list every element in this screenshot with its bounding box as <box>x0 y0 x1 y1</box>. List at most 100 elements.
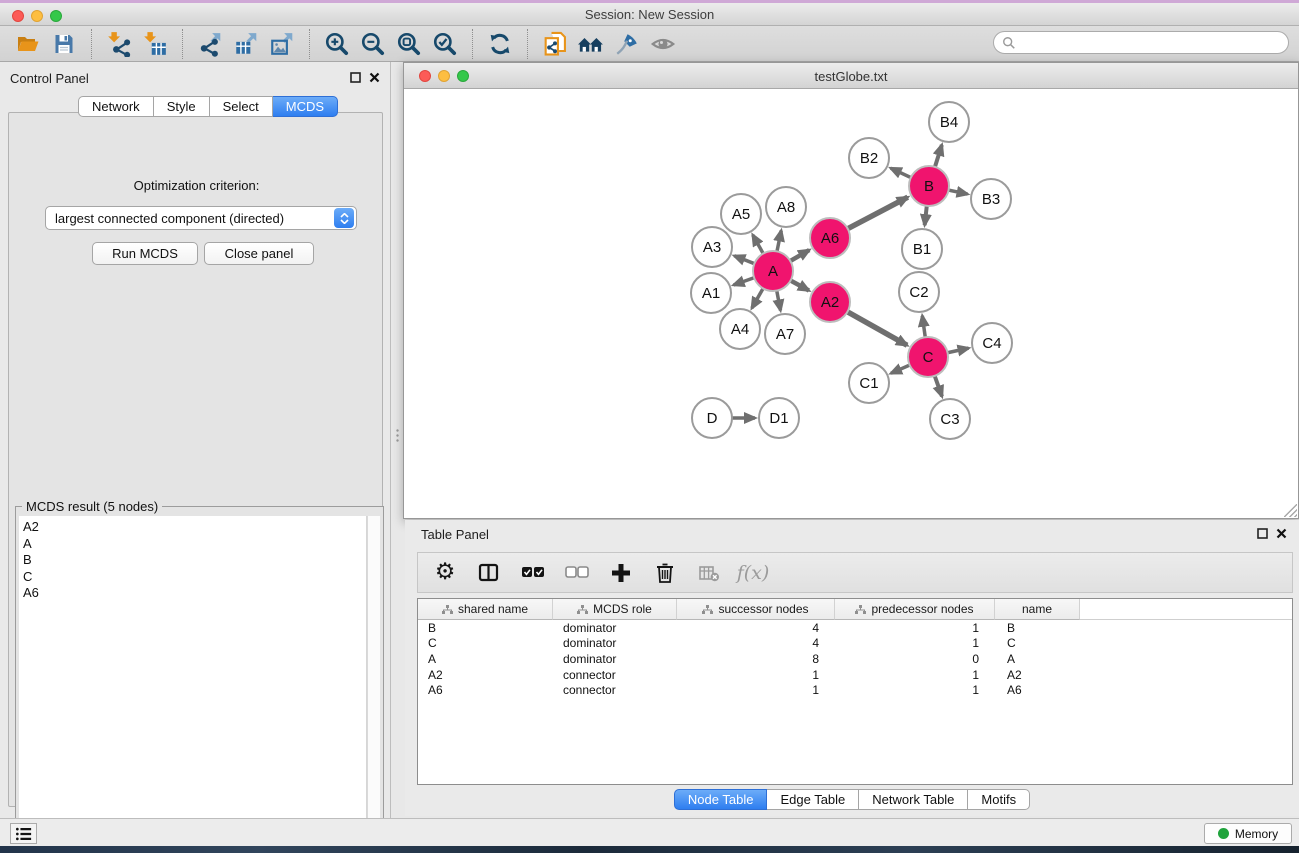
node-D[interactable]: D <box>692 398 732 438</box>
import-table-button[interactable] <box>137 28 173 60</box>
table-cell[interactable]: 1 <box>835 667 995 683</box>
show-hide-button[interactable] <box>645 28 681 60</box>
node-A2[interactable]: A2 <box>810 282 850 322</box>
table-cell[interactable]: 1 <box>835 682 995 698</box>
home-layout-button[interactable] <box>573 28 609 60</box>
vertical-split-handle[interactable] <box>394 428 401 443</box>
zoom-fit-button[interactable] <box>391 28 427 60</box>
tab-style[interactable]: Style <box>154 96 210 117</box>
table-row[interactable]: Cdominator41C <box>418 636 1292 652</box>
tab-mcds[interactable]: MCDS <box>273 96 338 117</box>
table-row[interactable]: A2connector11A2 <box>418 667 1292 683</box>
table-cell[interactable]: B <box>418 620 553 636</box>
float-table-panel-icon[interactable] <box>1256 527 1269 540</box>
network-canvas[interactable]: AA1A2A3A4A5A6A7A8BB1B2B3B4CC1C2C3C4DD1 <box>404 90 1298 518</box>
save-session-button[interactable] <box>46 28 82 60</box>
table-cell[interactable]: 1 <box>677 682 835 698</box>
refresh-view-button[interactable] <box>482 28 518 60</box>
node-C1[interactable]: C1 <box>849 363 889 403</box>
export-image-button[interactable] <box>264 28 300 60</box>
mcds-result-item[interactable]: C <box>23 569 366 586</box>
node-B4[interactable]: B4 <box>929 102 969 142</box>
node-C3[interactable]: C3 <box>930 399 970 439</box>
column-header-MCDS-role[interactable]: MCDS role <box>553 599 677 620</box>
mcds-result-item[interactable]: A2 <box>23 519 366 536</box>
table-cell[interactable]: dominator <box>553 651 677 667</box>
task-history-button[interactable] <box>10 823 37 844</box>
table-row[interactable]: A6connector11A6 <box>418 682 1292 698</box>
delete-table-button[interactable] <box>694 558 724 588</box>
table-cell[interactable]: 1 <box>835 620 995 636</box>
tab-edge-table[interactable]: Edge Table <box>767 789 859 810</box>
annotation-pen-button[interactable] <box>609 28 645 60</box>
float-panel-icon[interactable] <box>349 71 362 84</box>
open-session-button[interactable] <box>10 28 46 60</box>
close-table-panel-icon[interactable] <box>1275 527 1288 540</box>
table-cell[interactable]: C <box>418 636 553 652</box>
table-cell[interactable]: 0 <box>835 651 995 667</box>
node-A1[interactable]: A1 <box>691 273 731 313</box>
table-cell[interactable]: connector <box>553 667 677 683</box>
show-column-button[interactable] <box>474 558 504 588</box>
table-cell[interactable]: A6 <box>995 682 1080 698</box>
table-cell[interactable]: A2 <box>418 667 553 683</box>
memory-button[interactable]: Memory <box>1204 823 1292 844</box>
select-all-button[interactable] <box>518 558 548 588</box>
unselect-all-button[interactable] <box>562 558 592 588</box>
node-B2[interactable]: B2 <box>849 138 889 178</box>
table-cell[interactable]: 4 <box>677 620 835 636</box>
node-A[interactable]: A <box>753 251 793 291</box>
mcds-result-item[interactable]: A <box>23 536 366 553</box>
tab-node-table[interactable]: Node Table <box>674 789 768 810</box>
add-column-button[interactable] <box>606 558 636 588</box>
settings-gear-button[interactable]: ⚙ <box>430 558 460 588</box>
table-cell[interactable]: dominator <box>553 620 677 636</box>
node-A3[interactable]: A3 <box>692 227 732 267</box>
mcds-result-item[interactable]: B <box>23 552 366 569</box>
table-cell[interactable]: A <box>995 651 1080 667</box>
node-A6[interactable]: A6 <box>810 218 850 258</box>
node-C4[interactable]: C4 <box>972 323 1012 363</box>
table-row[interactable]: Bdominator41B <box>418 620 1292 636</box>
zoom-out-button[interactable] <box>355 28 391 60</box>
export-table-button[interactable] <box>228 28 264 60</box>
table-cell[interactable]: A6 <box>418 682 553 698</box>
column-header-shared-name[interactable]: shared name <box>418 599 553 620</box>
close-panel-button[interactable]: Close panel <box>204 242 314 265</box>
export-network-button[interactable] <box>192 28 228 60</box>
function-builder-button[interactable]: f(x) <box>738 558 768 588</box>
result-scrollbar[interactable] <box>367 516 380 847</box>
clone-network-button[interactable] <box>537 28 573 60</box>
mcds-result-list[interactable]: A2ABCA6 <box>19 516 367 847</box>
table-cell[interactable]: A2 <box>995 667 1080 683</box>
search-input[interactable] <box>1016 34 1288 52</box>
run-mcds-button[interactable]: Run MCDS <box>92 242 198 265</box>
close-panel-icon[interactable] <box>368 71 381 84</box>
tab-select[interactable]: Select <box>210 96 273 117</box>
window-titlebar[interactable]: Session: New Session <box>0 3 1299 26</box>
node-C[interactable]: C <box>908 337 948 377</box>
tab-motifs[interactable]: Motifs <box>968 789 1030 810</box>
node-A7[interactable]: A7 <box>765 314 805 354</box>
node-A5[interactable]: A5 <box>721 194 761 234</box>
table-cell[interactable]: 1 <box>835 636 995 652</box>
table-cell[interactable]: dominator <box>553 636 677 652</box>
table-row[interactable]: Adominator80A <box>418 651 1292 667</box>
table-cell[interactable]: connector <box>553 682 677 698</box>
node-A8[interactable]: A8 <box>766 187 806 227</box>
network-window-titlebar[interactable]: testGlobe.txt <box>404 63 1298 89</box>
tab-network-table[interactable]: Network Table <box>859 789 968 810</box>
node-B3[interactable]: B3 <box>971 179 1011 219</box>
table-cell[interactable]: A <box>418 651 553 667</box>
delete-column-button[interactable] <box>650 558 680 588</box>
column-header-name[interactable]: name <box>995 599 1080 620</box>
node-C2[interactable]: C2 <box>899 272 939 312</box>
node-A4[interactable]: A4 <box>720 309 760 349</box>
network-view-window[interactable]: testGlobe.txt AA1A2A3A4A5A6A7A8BB1B2B3B4… <box>403 62 1299 519</box>
zoom-selected-button[interactable] <box>427 28 463 60</box>
table-cell[interactable]: 4 <box>677 636 835 652</box>
window-resize-grip[interactable] <box>1284 504 1297 517</box>
mcds-result-item[interactable]: A6 <box>23 585 366 602</box>
table-cell[interactable]: 1 <box>677 667 835 683</box>
tab-network[interactable]: Network <box>78 96 154 117</box>
